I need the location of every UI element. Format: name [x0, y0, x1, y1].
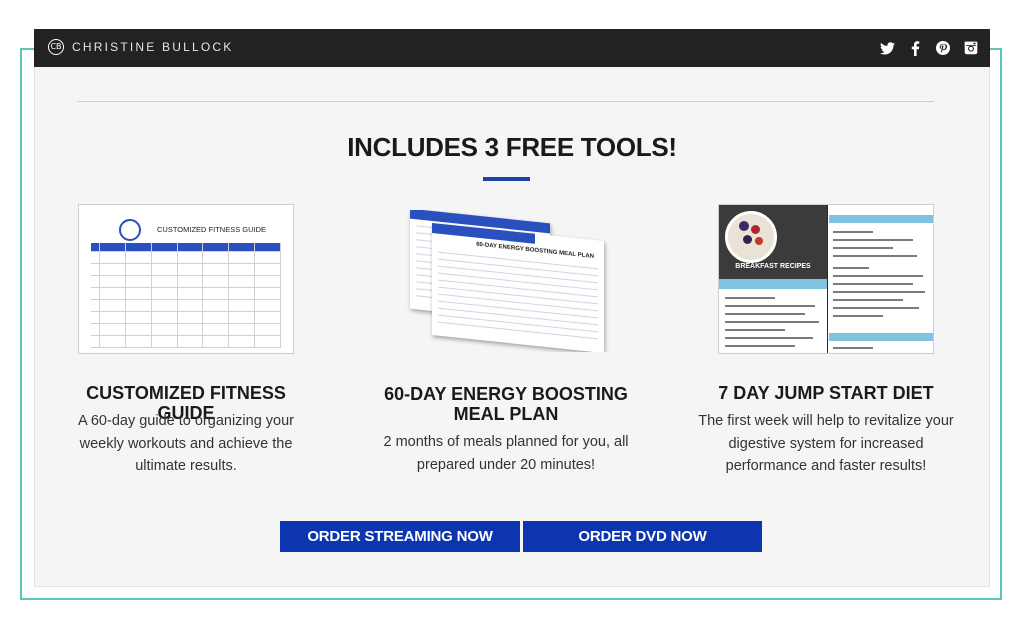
brand-name[interactable]: CHRISTINE BULLOCK: [72, 40, 233, 54]
meal-plan-thumbnail: 60-DAY ENERGY BOOSTING MEAL PLAN: [400, 210, 616, 352]
brand-logo-icon[interactable]: CB: [48, 39, 64, 55]
meal-plan-sheet-front: 60-DAY ENERGY BOOSTING MEAL PLAN: [432, 222, 604, 352]
tool-title-jump-start-diet: 7 DAY JUMP START DIET: [718, 383, 934, 403]
tool-description-meal-plan: 2 months of meals planned for you, all p…: [383, 434, 629, 473]
fitness-guide-logo-icon: [119, 219, 141, 241]
fitness-guide-table: [91, 243, 282, 348]
page-headline: INCLUDES 3 FREE TOOLS!: [347, 132, 677, 162]
instagram-icon[interactable]: [962, 39, 980, 57]
section-divider: [77, 101, 934, 102]
tool-description-jump-start-diet: The first week will help to revitalize y…: [698, 413, 954, 474]
tool-title-meal-plan: 60-DAY ENERGY BOOSTING MEAL PLAN: [384, 384, 628, 424]
order-streaming-button[interactable]: ORDER STREAMING NOW: [280, 521, 520, 552]
breakfast-bowl-image: BREAKFAST RECIPES: [719, 205, 827, 279]
fitness-guide-thumbnail: CUSTOMIZED FITNESS GUIDE: [78, 204, 294, 354]
top-bar: CB CHRISTINE BULLOCK: [34, 29, 990, 67]
headline-accent-bar: [483, 177, 530, 181]
twitter-icon[interactable]: [878, 39, 896, 57]
diet-thumbnail: BREAKFAST RECIPES: [718, 204, 934, 354]
fitness-guide-thumbnail-title: CUSTOMIZED FITNESS GUIDE: [157, 225, 267, 234]
diet-thumbnail-title: BREAKFAST RECIPES: [735, 263, 811, 270]
order-dvd-button[interactable]: ORDER DVD NOW: [523, 521, 762, 552]
facebook-icon[interactable]: [906, 39, 924, 57]
tool-description-fitness-guide: A 60-day guide to organizing your weekly…: [77, 413, 295, 474]
social-links: [878, 39, 980, 57]
pinterest-icon[interactable]: [934, 39, 952, 57]
